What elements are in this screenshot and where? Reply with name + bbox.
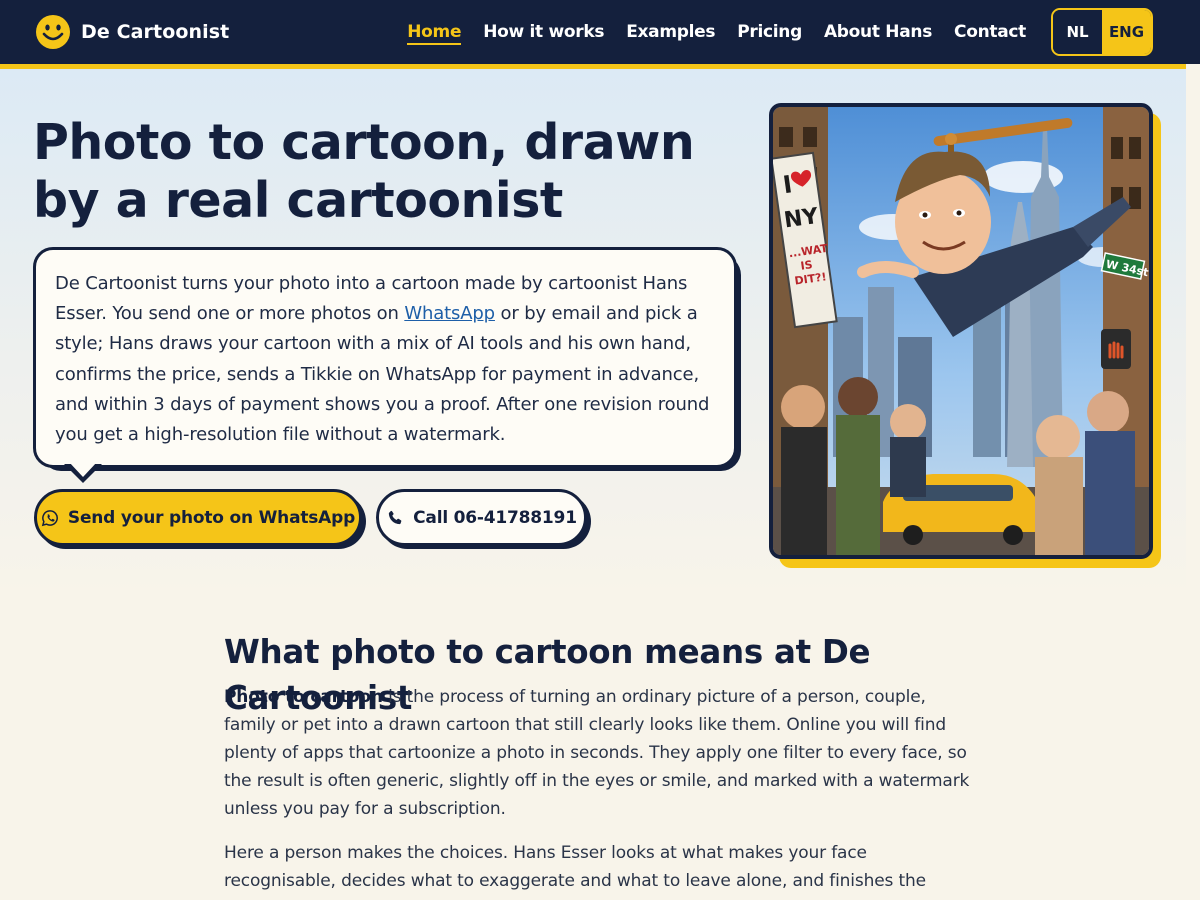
site-logo[interactable]: De Cartoonist — [35, 14, 229, 50]
call-phone-label: Call 06-41788191 — [413, 507, 577, 528]
nav-about-hans[interactable]: About Hans — [824, 22, 932, 42]
nav-home[interactable]: Home — [407, 22, 461, 45]
phone-icon — [389, 510, 402, 524]
smiley-icon — [36, 15, 70, 49]
language-switcher: NL ENG — [1051, 8, 1153, 56]
brand-name: De Cartoonist — [81, 21, 230, 43]
nav-contact[interactable]: Contact — [954, 22, 1026, 42]
nav-pricing[interactable]: Pricing — [737, 22, 802, 42]
hero-cartoon-image: W 34st I NY ...WAT IS DIT?! — [769, 103, 1153, 559]
send-photo-whatsapp-label: Send your photo on WhatsApp — [67, 507, 356, 528]
content-paragraph-2: Here a person makes the choices. Hans Es… — [224, 843, 926, 900]
intro-text: De Cartoonist turns your photo into a ca… — [55, 269, 715, 450]
nav-how-it-works[interactable]: How it works — [483, 22, 604, 42]
site-header: De Cartoonist Home How it works Examples… — [0, 0, 1200, 64]
speech-bubble: De Cartoonist turns your photo into a ca… — [33, 247, 737, 468]
speech-bubble-tail-fill — [69, 462, 97, 477]
whatsapp-link[interactable]: WhatsApp — [404, 303, 495, 324]
page-title: Photo to cartoon, drawn by a real cartoo… — [33, 114, 695, 229]
language-eng-button[interactable]: ENG — [1102, 10, 1151, 54]
content-paragraph-1: Photo to cartoon is the process of turni… — [224, 683, 972, 823]
sign-line-4: IS — [800, 258, 814, 273]
whatsapp-icon — [41, 509, 58, 526]
cartoon-illustration: W 34st I NY ...WAT IS DIT?! — [773, 107, 1149, 555]
call-phone-button[interactable]: Call 06-41788191 — [376, 489, 587, 546]
sign-line-2: NY — [782, 204, 821, 234]
nav-examples[interactable]: Examples — [626, 22, 715, 42]
intro-text-part2: or by email and pick a style; Hans draws… — [55, 303, 710, 446]
main-nav: Home How it works Examples Pricing About… — [407, 20, 1026, 45]
content-paragraph-1-keyword: Photo to cartoon — [224, 687, 383, 707]
language-nl-button[interactable]: NL — [1053, 10, 1102, 54]
send-photo-whatsapp-button[interactable]: Send your photo on WhatsApp — [34, 489, 362, 546]
scrollbar-track[interactable] — [1186, 64, 1200, 900]
